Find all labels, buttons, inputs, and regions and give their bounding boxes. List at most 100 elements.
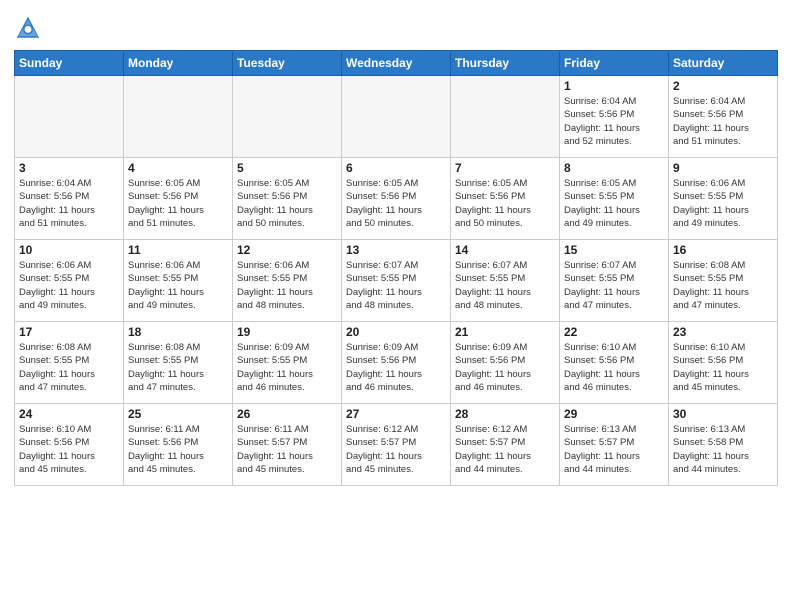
day-number: 29: [564, 407, 664, 421]
day-number: 6: [346, 161, 446, 175]
weekday-header-saturday: Saturday: [669, 51, 778, 76]
calendar-cell: 18Sunrise: 6:08 AM Sunset: 5:55 PM Dayli…: [124, 322, 233, 404]
calendar-cell: 24 Sunrise: 6:10 AM Sunset: 5:56 PM Dayli…: [15, 404, 124, 486]
day-info: Sunrise: 6:07 AM Sunset: 5:55 PM Dayligh…: [564, 259, 664, 312]
week-row-1: 1Sunrise: 6:04 AM Sunset: 5:56 PM Daylig…: [15, 76, 778, 158]
day-number: 20: [346, 325, 446, 339]
calendar-cell: 1Sunrise: 6:04 AM Sunset: 5:56 PM Daylig…: [560, 76, 669, 158]
day-info: Sunrise: 6:11 AM Sunset: 5:57 PM Dayligh…: [237, 423, 337, 476]
calendar-cell: 14 Sunrise: 6:07 AM Sunset: 5:55 PM Dayli…: [451, 240, 560, 322]
calendar-cell: 5 Sunrise: 6:05 AM Sunset: 5:56 PM Daylig…: [233, 158, 342, 240]
day-info: Sunrise: 6:12 AM Sunset: 5:57 PM Dayligh…: [346, 423, 446, 476]
day-number: 30: [673, 407, 773, 421]
day-info: Sunrise: 6:07 AM Sunset: 5:55 PM Dayligh…: [455, 259, 555, 312]
calendar-cell: 11 Sunrise: 6:06 AM Sunset: 5:55 PM Dayli…: [124, 240, 233, 322]
calendar-cell: 3Sunrise: 6:04 AM Sunset: 5:56 PM Daylig…: [15, 158, 124, 240]
day-info: Sunrise: 6:09 AM Sunset: 5:56 PM Dayligh…: [455, 341, 555, 394]
day-info: Sunrise: 6:10 AM Sunset: 5:56 PM Dayligh…: [19, 423, 119, 476]
day-info: Sunrise: 6:11 AM Sunset: 5:56 PM Dayligh…: [128, 423, 228, 476]
week-row-2: 3Sunrise: 6:04 AM Sunset: 5:56 PM Daylig…: [15, 158, 778, 240]
day-number: 4: [128, 161, 228, 175]
week-row-4: 17 Sunrise: 6:08 AM Sunset: 5:55 PM Dayli…: [15, 322, 778, 404]
day-info: Sunrise: 6:05 AM Sunset: 5:56 PM Dayligh…: [455, 177, 555, 230]
calendar-cell: [15, 76, 124, 158]
calendar-cell: 13 Sunrise: 6:07 AM Sunset: 5:55 PM Dayli…: [342, 240, 451, 322]
header: [14, 10, 778, 42]
day-info: Sunrise: 6:05 AM Sunset: 5:55 PM Dayligh…: [564, 177, 664, 230]
day-info: Sunrise: 6:10 AM Sunset: 5:56 PM Dayligh…: [564, 341, 664, 394]
calendar-cell: 26 Sunrise: 6:11 AM Sunset: 5:57 PM Dayli…: [233, 404, 342, 486]
weekday-header-friday: Friday: [560, 51, 669, 76]
day-number: 26: [237, 407, 337, 421]
calendar-cell: 4 Sunrise: 6:05 AM Sunset: 5:56 PM Daylig…: [124, 158, 233, 240]
day-info: Sunrise: 6:06 AM Sunset: 5:55 PM Dayligh…: [237, 259, 337, 312]
day-number: 10: [19, 243, 119, 257]
calendar-table: SundayMondayTuesdayWednesdayThursdayFrid…: [14, 50, 778, 486]
day-info: Sunrise: 6:13 AM Sunset: 5:58 PM Dayligh…: [673, 423, 773, 476]
logo: [14, 14, 44, 42]
weekday-header-sunday: Sunday: [15, 51, 124, 76]
day-number: 8: [564, 161, 664, 175]
calendar-cell: 6Sunrise: 6:05 AM Sunset: 5:56 PM Daylig…: [342, 158, 451, 240]
day-info: Sunrise: 6:09 AM Sunset: 5:56 PM Dayligh…: [346, 341, 446, 394]
day-number: 17: [19, 325, 119, 339]
calendar-cell: 21 Sunrise: 6:09 AM Sunset: 5:56 PM Dayli…: [451, 322, 560, 404]
day-number: 23: [673, 325, 773, 339]
calendar-cell: 10 Sunrise: 6:06 AM Sunset: 5:55 PM Dayli…: [15, 240, 124, 322]
calendar-cell: 28Sunrise: 6:12 AM Sunset: 5:57 PM Dayli…: [451, 404, 560, 486]
calendar-cell: 22 Sunrise: 6:10 AM Sunset: 5:56 PM Dayli…: [560, 322, 669, 404]
week-row-3: 10 Sunrise: 6:06 AM Sunset: 5:55 PM Dayli…: [15, 240, 778, 322]
day-number: 7: [455, 161, 555, 175]
calendar-cell: 30 Sunrise: 6:13 AM Sunset: 5:58 PM Dayli…: [669, 404, 778, 486]
calendar-cell: [233, 76, 342, 158]
calendar-cell: 23 Sunrise: 6:10 AM Sunset: 5:56 PM Dayli…: [669, 322, 778, 404]
day-info: Sunrise: 6:04 AM Sunset: 5:56 PM Dayligh…: [564, 95, 664, 148]
day-number: 24: [19, 407, 119, 421]
day-info: Sunrise: 6:08 AM Sunset: 5:55 PM Dayligh…: [19, 341, 119, 394]
day-number: 5: [237, 161, 337, 175]
day-info: Sunrise: 6:04 AM Sunset: 5:56 PM Dayligh…: [673, 95, 773, 148]
logo-icon: [14, 14, 42, 42]
day-info: Sunrise: 6:05 AM Sunset: 5:56 PM Dayligh…: [128, 177, 228, 230]
calendar-cell: 7 Sunrise: 6:05 AM Sunset: 5:56 PM Daylig…: [451, 158, 560, 240]
page: SundayMondayTuesdayWednesdayThursdayFrid…: [0, 0, 792, 612]
calendar-cell: 27 Sunrise: 6:12 AM Sunset: 5:57 PM Dayli…: [342, 404, 451, 486]
calendar-cell: 9 Sunrise: 6:06 AM Sunset: 5:55 PM Daylig…: [669, 158, 778, 240]
day-number: 19: [237, 325, 337, 339]
calendar-cell: 8 Sunrise: 6:05 AM Sunset: 5:55 PM Daylig…: [560, 158, 669, 240]
calendar-cell: 15Sunrise: 6:07 AM Sunset: 5:55 PM Dayli…: [560, 240, 669, 322]
day-number: 3: [19, 161, 119, 175]
weekday-header-wednesday: Wednesday: [342, 51, 451, 76]
day-info: Sunrise: 6:07 AM Sunset: 5:55 PM Dayligh…: [346, 259, 446, 312]
day-number: 22: [564, 325, 664, 339]
day-info: Sunrise: 6:09 AM Sunset: 5:55 PM Dayligh…: [237, 341, 337, 394]
day-info: Sunrise: 6:06 AM Sunset: 5:55 PM Dayligh…: [19, 259, 119, 312]
day-info: Sunrise: 6:06 AM Sunset: 5:55 PM Dayligh…: [128, 259, 228, 312]
calendar-cell: 12Sunrise: 6:06 AM Sunset: 5:55 PM Dayli…: [233, 240, 342, 322]
day-number: 9: [673, 161, 773, 175]
day-info: Sunrise: 6:05 AM Sunset: 5:56 PM Dayligh…: [237, 177, 337, 230]
weekday-header-tuesday: Tuesday: [233, 51, 342, 76]
calendar-cell: 17 Sunrise: 6:08 AM Sunset: 5:55 PM Dayli…: [15, 322, 124, 404]
day-info: Sunrise: 6:10 AM Sunset: 5:56 PM Dayligh…: [673, 341, 773, 394]
day-number: 25: [128, 407, 228, 421]
day-number: 2: [673, 79, 773, 93]
day-info: Sunrise: 6:06 AM Sunset: 5:55 PM Dayligh…: [673, 177, 773, 230]
day-info: Sunrise: 6:08 AM Sunset: 5:55 PM Dayligh…: [673, 259, 773, 312]
day-number: 13: [346, 243, 446, 257]
weekday-header-row: SundayMondayTuesdayWednesdayThursdayFrid…: [15, 51, 778, 76]
day-number: 21: [455, 325, 555, 339]
calendar-cell: 25 Sunrise: 6:11 AM Sunset: 5:56 PM Dayli…: [124, 404, 233, 486]
day-number: 27: [346, 407, 446, 421]
calendar-cell: 16Sunrise: 6:08 AM Sunset: 5:55 PM Dayli…: [669, 240, 778, 322]
calendar-cell: [342, 76, 451, 158]
day-info: Sunrise: 6:13 AM Sunset: 5:57 PM Dayligh…: [564, 423, 664, 476]
calendar-cell: 20 Sunrise: 6:09 AM Sunset: 5:56 PM Dayli…: [342, 322, 451, 404]
day-info: Sunrise: 6:08 AM Sunset: 5:55 PM Dayligh…: [128, 341, 228, 394]
calendar-cell: 29 Sunrise: 6:13 AM Sunset: 5:57 PM Dayli…: [560, 404, 669, 486]
day-number: 14: [455, 243, 555, 257]
day-number: 11: [128, 243, 228, 257]
calendar-cell: [451, 76, 560, 158]
calendar-cell: 2 Sunrise: 6:04 AM Sunset: 5:56 PM Daylig…: [669, 76, 778, 158]
day-info: Sunrise: 6:12 AM Sunset: 5:57 PM Dayligh…: [455, 423, 555, 476]
